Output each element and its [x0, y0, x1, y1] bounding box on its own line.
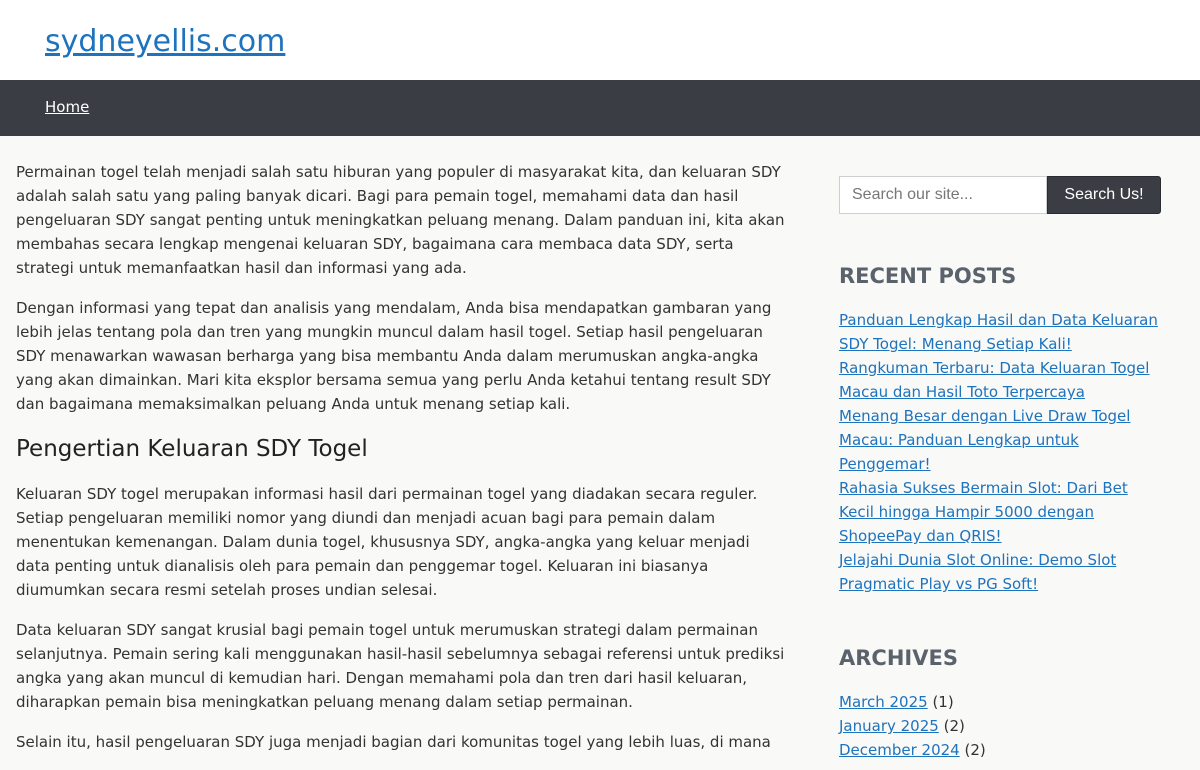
archive-link[interactable]: January 2025: [839, 717, 939, 735]
list-item: Jelajahi Dunia Slot Online: Demo Slot Pr…: [839, 548, 1164, 596]
recent-posts-widget: RECENT POSTS Panduan Lengkap Hasil dan D…: [839, 262, 1164, 596]
sidebar: Search Us! RECENT POSTS Panduan Lengkap …: [839, 176, 1164, 762]
recent-post-link[interactable]: Rangkuman Terbaru: Data Keluaran Togel M…: [839, 359, 1149, 401]
list-item: Rahasia Sukses Bermain Slot: Dari Bet Ke…: [839, 476, 1164, 548]
recent-post-link[interactable]: Panduan Lengkap Hasil dan Data Keluaran …: [839, 311, 1158, 353]
archive-link[interactable]: March 2025: [839, 693, 928, 711]
archive-link[interactable]: December 2024: [839, 741, 960, 759]
list-item: Panduan Lengkap Hasil dan Data Keluaran …: [839, 308, 1164, 356]
recent-post-link[interactable]: Menang Besar dengan Live Draw Togel Maca…: [839, 407, 1130, 473]
site-header: sydneyellis.com: [0, 0, 1200, 80]
recent-post-link[interactable]: Jelajahi Dunia Slot Online: Demo Slot Pr…: [839, 551, 1116, 593]
recent-post-link[interactable]: Rahasia Sukses Bermain Slot: Dari Bet Ke…: [839, 479, 1128, 545]
search-form: Search Us!: [839, 176, 1164, 214]
site-title-link[interactable]: sydneyellis.com: [45, 22, 285, 62]
section-heading: Pengertian Keluaran SDY Togel: [16, 436, 368, 462]
article-paragraph: Selain itu, hasil pengeluaran SDY juga m…: [16, 733, 771, 751]
article-paragraph: Data keluaran SDY sangat krusial bagi pe…: [16, 621, 785, 711]
archive-count: (2): [964, 741, 986, 759]
list-item: December 2024 (2): [839, 738, 1164, 762]
nav-item-home[interactable]: Home: [45, 98, 89, 116]
archives-title: ARCHIVES: [839, 646, 958, 670]
list-item: Menang Besar dengan Live Draw Togel Maca…: [839, 404, 1164, 476]
article-paragraph: Permainan togel telah menjadi salah satu…: [16, 163, 785, 277]
article-body: Permainan togel telah menjadi salah satu…: [16, 160, 786, 770]
list-item: March 2025 (1): [839, 690, 1164, 714]
list-item: Rangkuman Terbaru: Data Keluaran Togel M…: [839, 356, 1164, 404]
content-area: Permainan togel telah menjadi salah satu…: [0, 136, 1200, 759]
archives-list: March 2025 (1) January 2025 (2) December…: [839, 690, 1164, 762]
list-item: January 2025 (2): [839, 714, 1164, 738]
search-input[interactable]: [839, 176, 1047, 214]
article-paragraph: Dengan informasi yang tepat dan analisis…: [16, 299, 772, 413]
archive-count: (1): [932, 693, 954, 711]
recent-posts-list: Panduan Lengkap Hasil dan Data Keluaran …: [839, 308, 1164, 596]
search-button[interactable]: Search Us!: [1047, 176, 1161, 214]
recent-posts-title: RECENT POSTS: [839, 264, 1017, 288]
article-paragraph: Keluaran SDY togel merupakan informasi h…: [16, 485, 758, 599]
archive-count: (2): [943, 717, 965, 735]
archives-widget: ARCHIVES March 2025 (1) January 2025 (2)…: [839, 644, 1164, 762]
main-navigation: Home: [0, 80, 1200, 136]
